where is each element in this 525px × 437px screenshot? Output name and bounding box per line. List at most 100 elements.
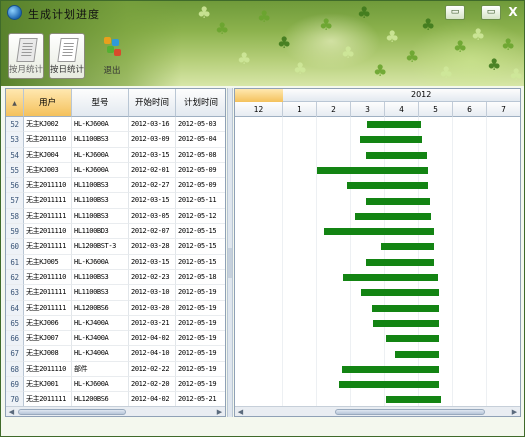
column-header-start[interactable]: 开始时间	[129, 89, 176, 117]
gantt-gridline	[316, 117, 317, 407]
window-title: 生成计划进度	[28, 8, 100, 21]
gantt-bar[interactable]	[386, 335, 439, 343]
plan-date-cell: 2012-05-19	[176, 362, 225, 378]
scroll-right-icon[interactable]: ▶	[214, 407, 225, 416]
gantt-bar[interactable]	[341, 365, 439, 373]
start-date-cell: 2012-03-20	[129, 300, 176, 316]
table-row[interactable]: 64 无主2011111 HL1200BS6 2012-03-20 2012-05-19	[6, 300, 225, 316]
scroll-left-icon[interactable]: ◀	[235, 407, 246, 416]
start-date-cell: 2012-02-27	[129, 178, 176, 194]
user-cell: 无主2011111	[24, 285, 72, 301]
splitter-grip[interactable]	[228, 248, 232, 278]
gantt-gridline	[350, 117, 351, 407]
table-row[interactable]: 53 无主2011110 HL1100BS3 2012-03-09 2012-05-04	[6, 132, 225, 148]
minimize-button[interactable]: ▭	[445, 5, 465, 20]
column-header-model[interactable]: 型号	[72, 89, 129, 117]
gantt-bar[interactable]	[347, 182, 428, 190]
table-row[interactable]: 65 无主KJ006 HL-KJ400A 2012-03-21 2012-05-19	[6, 315, 225, 332]
gantt-month-label: 7	[487, 102, 520, 117]
row-number: 58	[6, 208, 24, 225]
table-row[interactable]: 54 无主KJ004 HL-KJ600A 2012-03-15 2012-05-08	[6, 147, 225, 163]
table-row[interactable]: 55 无主KJ003 HL-KJ600A 2012-02-01 2012-05-09	[6, 162, 225, 179]
table-row[interactable]: 68 无主2011110 部件 2012-02-22 2012-05-19	[6, 361, 225, 378]
table-row[interactable]: 57 无主2011111 HL1100BS3 2012-03-15 2012-05-11	[6, 193, 225, 209]
gantt-bar[interactable]	[367, 121, 422, 128]
gantt-bar[interactable]	[355, 212, 432, 220]
gantt-bar[interactable]	[339, 381, 439, 389]
scroll-right-icon[interactable]: ▶	[509, 407, 520, 416]
gantt-bars-area	[235, 117, 521, 416]
user-cell: 无主KJ005	[24, 254, 72, 270]
table-row[interactable]: 52 无主KJ002 HL-KJ600A 2012-03-16 2012-05-03	[6, 117, 225, 133]
model-cell: HL-KJ600A	[72, 162, 129, 179]
gantt-bar[interactable]	[324, 228, 435, 236]
gantt-bar[interactable]	[317, 166, 428, 174]
gantt-year-label: 2012	[411, 90, 432, 99]
model-cell: HL1100BD3	[72, 224, 129, 240]
close-button[interactable]: X	[503, 5, 523, 20]
table-row[interactable]: 59 无主2011110 HL1100BD3 2012-02-07 2012-05-15	[6, 224, 225, 240]
model-cell: HL1200BST-3	[72, 239, 129, 255]
start-date-cell: 2012-04-02	[129, 331, 176, 347]
scroll-left-icon[interactable]: ◀	[6, 407, 17, 416]
gantt-bar[interactable]	[395, 350, 439, 358]
row-number: 63	[6, 285, 24, 301]
start-date-cell: 2012-02-22	[129, 361, 176, 378]
plan-date-cell: 2012-05-12	[176, 209, 225, 225]
table-row[interactable]: 60 无主2011111 HL1200BST-3 2012-03-28 2012-05-…	[6, 239, 225, 255]
app-globe-icon	[7, 5, 22, 20]
gantt-bar[interactable]	[380, 243, 435, 251]
table-row[interactable]: 61 无主KJ005 HL-KJ600A 2012-03-15 2012-05-15	[6, 254, 225, 270]
table-row[interactable]: 66 无主KJ007 HL-KJ400A 2012-04-02 2012-05-19	[6, 331, 225, 347]
column-header-plan[interactable]: 计划时间	[176, 89, 225, 117]
table-header: ▲ 用户 型号 开始时间 计划时间	[6, 89, 225, 117]
gantt-horizontal-scrollbar[interactable]: ◀ ▶	[235, 406, 520, 416]
gantt-bar[interactable]	[366, 197, 430, 205]
user-cell: 无主2011110	[24, 178, 72, 194]
minimize-icon: ▭	[450, 7, 460, 17]
gantt-bar[interactable]	[372, 319, 439, 327]
model-cell: HL-KJ600A	[72, 117, 129, 133]
table-row[interactable]: 56 无主2011110 HL1100BS3 2012-02-27 2012-05-09	[6, 178, 225, 194]
gantt-bar[interactable]	[371, 304, 439, 312]
user-cell: 无主2011111	[24, 193, 72, 209]
monthly-stats-button[interactable]: 按月统计	[8, 33, 44, 79]
gantt-bar[interactable]	[359, 136, 423, 144]
plan-date-cell: 2012-05-19	[176, 346, 225, 362]
gantt-bar[interactable]	[386, 396, 441, 404]
row-number: 59	[6, 224, 24, 240]
year-header-highlight	[235, 89, 283, 102]
gantt-gridline	[520, 117, 521, 407]
gantt-bar[interactable]	[342, 274, 438, 281]
scroll-thumb[interactable]	[18, 409, 126, 415]
table-row[interactable]: 67 无主KJ008 HL-KJ400A 2012-04-10 2012-05-19	[6, 346, 225, 362]
user-cell: 无主2011111	[24, 208, 72, 225]
gantt-bar[interactable]	[360, 289, 439, 297]
gantt-month-label: 4	[385, 102, 419, 117]
table-horizontal-scrollbar[interactable]: ◀ ▶	[6, 406, 225, 416]
user-cell: 无主2011110	[24, 269, 72, 286]
table-row[interactable]: 58 无主2011111 HL1100BS3 2012-03-05 2012-05-12	[6, 208, 225, 225]
user-cell: 无主2011110	[24, 224, 72, 240]
panel-splitter[interactable]	[227, 88, 233, 417]
model-cell: HL-KJ600A	[72, 377, 129, 393]
daily-stats-button[interactable]: 按日统计	[49, 33, 85, 79]
table-row[interactable]: 62 无主2011110 HL1100BS3 2012-02-23 2012-05-18	[6, 269, 225, 286]
gantt-month-label: 5	[419, 102, 453, 117]
column-header-user[interactable]: 用户	[24, 89, 72, 117]
maximize-button[interactable]: ▭	[481, 5, 501, 20]
row-number: 56	[6, 178, 24, 194]
gantt-bar[interactable]	[366, 258, 435, 266]
row-number: 64	[6, 300, 24, 316]
gantt-bar[interactable]	[366, 151, 427, 159]
row-number-header[interactable]: ▲	[6, 89, 24, 117]
model-cell: HL-KJ400A	[72, 346, 129, 362]
user-cell: 无主2011110	[24, 361, 72, 378]
table-row[interactable]: 63 无主2011111 HL1100BS3 2012-03-10 2012-05-19	[6, 285, 225, 301]
table-row[interactable]: 69 无主KJ001 HL-KJ600A 2012-02-20 2012-05-19	[6, 377, 225, 393]
scroll-thumb[interactable]	[335, 409, 485, 415]
user-cell: 无主KJ008	[24, 346, 72, 362]
gantt-month-label: 12	[235, 102, 283, 117]
model-cell: HL1100BS3	[72, 285, 129, 301]
exit-button[interactable]: 退出	[94, 33, 130, 79]
